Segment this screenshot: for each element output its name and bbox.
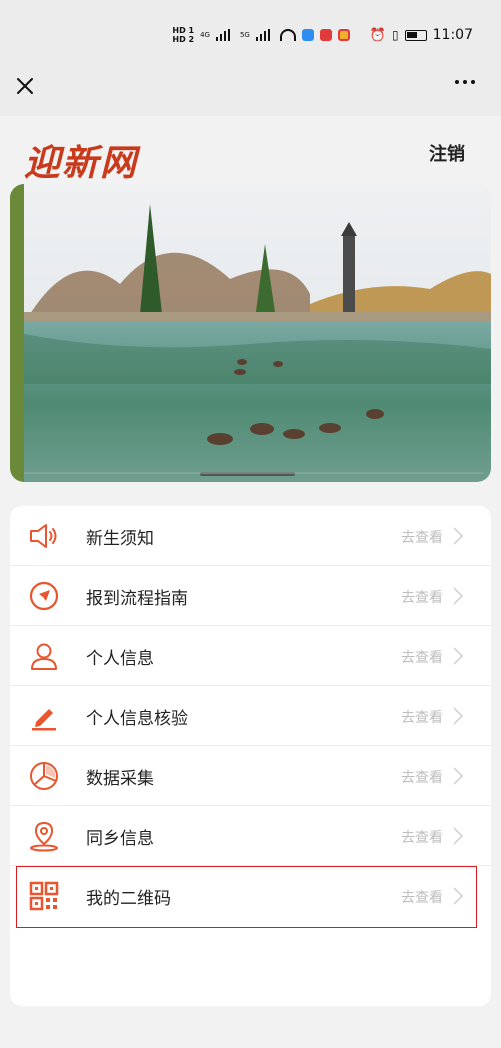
- cloud-app-icon: [301, 29, 314, 41]
- menu-item-action: 去查看: [401, 650, 443, 666]
- signal-icon: [215, 29, 234, 41]
- menu-item-label: 个人信息: [86, 649, 154, 669]
- megaphone-icon: [30, 524, 57, 548]
- menu-item-newstudent-notice[interactable]: 新生须知 去查看: [10, 506, 491, 566]
- menu-item-label: 个人信息核验: [86, 709, 188, 729]
- yellow-app-icon: [337, 29, 350, 41]
- menu-item-data-collection[interactable]: 数据采集 去查看: [10, 746, 491, 806]
- site-logo: 迎新网: [24, 142, 139, 184]
- menu-item-registration-guide[interactable]: 报到流程指南 去查看: [10, 566, 491, 626]
- status-bar: HD 1 HD 2 4G 5G ⏰ ▯ 11:07: [0, 0, 501, 68]
- banner-image[interactable]: [10, 184, 491, 482]
- menu-item-label: 同乡信息: [86, 829, 154, 849]
- net2-label: 5G: [239, 31, 250, 39]
- qr-code-icon: [29, 881, 59, 911]
- nav-bar: [0, 68, 501, 116]
- main-content: 迎新网 注销 新生须知 去查看 报到流程指南 去查看 个人信息 去查看 个人信息…: [0, 116, 501, 1048]
- location-pin-icon: [30, 821, 58, 852]
- hd-indicator: HD 1 HD 2: [172, 26, 194, 44]
- menu-item-action: 去查看: [401, 770, 443, 786]
- chevron-right-icon: [453, 587, 464, 605]
- chevron-right-icon: [453, 767, 464, 785]
- menu-list: 新生须知 去查看 报到流程指南 去查看 个人信息 去查看 个人信息核验 去查看 …: [10, 506, 491, 1006]
- menu-item-action: 去查看: [401, 590, 443, 606]
- menu-item-action: 去查看: [401, 830, 443, 846]
- compass-icon: [29, 581, 59, 611]
- hd2-label: HD 2: [172, 35, 195, 44]
- more-icon[interactable]: [455, 80, 475, 84]
- menu-item-label: 新生须知: [86, 529, 154, 549]
- menu-item-my-qr-code[interactable]: 我的二维码 去查看: [10, 866, 491, 926]
- wifi-icon: [279, 29, 296, 41]
- status-time: 11:07: [432, 27, 473, 43]
- menu-item-info-verification[interactable]: 个人信息核验 去查看: [10, 686, 491, 746]
- chevron-right-icon: [453, 827, 464, 845]
- chevron-right-icon: [453, 527, 464, 545]
- signal-icon-2: [255, 29, 274, 41]
- chevron-right-icon: [453, 647, 464, 665]
- vibrate-icon: ▯: [392, 28, 399, 42]
- pencil-icon: [32, 709, 56, 731]
- menu-item-label: 我的二维码: [86, 889, 171, 909]
- logout-button[interactable]: 注销: [429, 140, 465, 166]
- net1-label: 4G: [200, 31, 210, 39]
- alarm-icon: ⏰: [369, 27, 387, 43]
- chevron-right-icon: [453, 707, 464, 725]
- menu-item-action: 去查看: [401, 530, 443, 546]
- menu-item-label: 数据采集: [86, 769, 154, 789]
- menu-item-hometown-info[interactable]: 同乡信息 去查看: [10, 806, 491, 866]
- red-app-icon: [319, 29, 332, 41]
- close-icon[interactable]: [13, 74, 37, 98]
- menu-item-personal-info[interactable]: 个人信息 去查看: [10, 626, 491, 686]
- status-bar-right: HD 1 HD 2 4G 5G ⏰ ▯ 11:07: [172, 26, 473, 44]
- person-icon: [31, 643, 57, 670]
- menu-item-action: 去查看: [401, 890, 443, 906]
- pie-chart-icon: [30, 762, 58, 790]
- chevron-right-icon: [453, 887, 464, 905]
- menu-item-action: 去查看: [401, 710, 443, 726]
- battery-icon: [404, 29, 427, 41]
- menu-item-label: 报到流程指南: [86, 589, 188, 609]
- hd1-label: HD 1: [172, 26, 195, 35]
